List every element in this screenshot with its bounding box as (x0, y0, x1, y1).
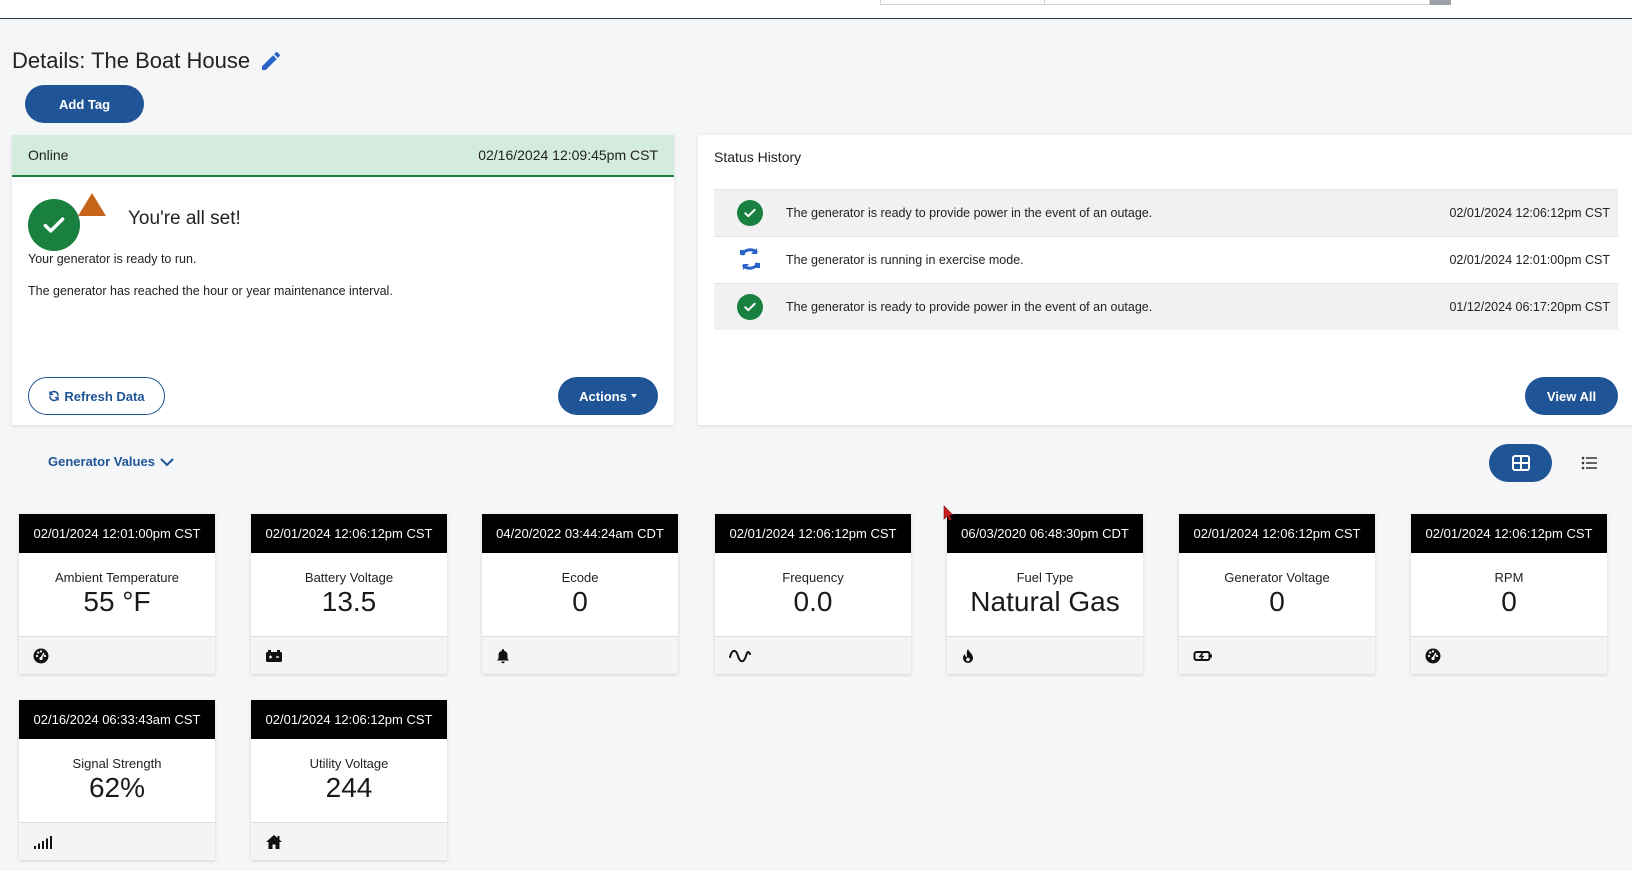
refresh-label: Refresh Data (64, 388, 145, 404)
status-body: You're all set! Your generator is ready … (12, 177, 674, 423)
tile-label: RPM (1494, 570, 1524, 585)
top-search-button[interactable] (1430, 0, 1451, 5)
tile-date: 06/03/2020 06:48:30pm CDT (947, 514, 1143, 553)
home-icon (265, 834, 283, 850)
tile-label: Signal Strength (72, 756, 162, 771)
status-card: Online 02/16/2024 12:09:45pm CST You're … (12, 135, 674, 425)
plug-icon (1193, 649, 1213, 663)
page-title: Details: The Boat House (12, 48, 251, 73)
history-row: The generator is ready to provide power … (714, 283, 1618, 330)
status-history-title: Status History (714, 149, 802, 165)
grid-icon (1511, 455, 1530, 471)
flame-icon (961, 648, 975, 664)
gauge-icon (1425, 648, 1441, 664)
warning-icon (78, 193, 106, 216)
tile-value: 13.5 (321, 586, 377, 617)
value-tile: 02/01/2024 12:06:12pm CST RPM 0 (1411, 514, 1607, 674)
status-message: The generator has reached the hour or ye… (28, 284, 393, 298)
list-view-button[interactable] (1573, 444, 1605, 482)
value-tile: 02/01/2024 12:06:12pm CST Battery Voltag… (251, 514, 447, 674)
title-row: Details: The Boat House (12, 48, 283, 74)
generator-values-label: Generator Values (48, 454, 155, 469)
tile-date: 02/01/2024 12:06:12pm CST (715, 514, 911, 553)
history-row: The generator is ready to provide power … (714, 189, 1618, 236)
refresh-icon (49, 390, 60, 402)
status-message: Your generator is ready to run. (28, 252, 197, 266)
tile-value: 0 (572, 586, 588, 617)
tile-label: Battery Voltage (304, 570, 394, 585)
generator-values-toggle[interactable]: Generator Values (48, 454, 175, 469)
check-circle-icon (737, 200, 763, 226)
history-text: The generator is ready to provide power … (786, 206, 1153, 220)
tile-date: 02/16/2024 06:33:43am CST (19, 700, 215, 739)
list-icon (1581, 456, 1597, 470)
caret-down-icon (630, 394, 637, 398)
refresh-data-button[interactable]: Refresh Data (28, 377, 165, 415)
value-tile: 02/01/2024 12:01:00pm CST Ambient Temper… (19, 514, 215, 674)
top-search-input[interactable] (1044, 0, 1430, 5)
battery-icon (265, 649, 283, 663)
value-tile: 02/01/2024 12:06:12pm CST Frequency 0.0 (715, 514, 911, 674)
value-tile: 06/03/2020 06:48:30pm CDT Fuel Type Natu… (947, 514, 1143, 674)
mouse-cursor-icon (943, 505, 954, 526)
actions-label: Actions (579, 388, 627, 404)
tile-label: Fuel Type (1016, 570, 1074, 585)
check-circle-icon (28, 199, 80, 251)
add-tag-button[interactable]: Add Tag (25, 85, 144, 123)
bell-icon (496, 648, 510, 664)
top-bar (0, 0, 1632, 19)
status-header: Online 02/16/2024 12:09:45pm CST (12, 135, 674, 177)
tile-value: 0.0 (793, 586, 833, 617)
view-all-button[interactable]: View All (1525, 377, 1618, 415)
tile-value: Natural Gas (970, 586, 1120, 617)
tile-value: 55 °F (83, 586, 151, 617)
value-tile: 02/01/2024 12:06:12pm CST Utility Voltag… (251, 700, 447, 860)
status-headline: You're all set! (128, 208, 241, 229)
history-date: 02/01/2024 12:01:00pm CST (1449, 253, 1610, 267)
tile-date: 02/01/2024 12:06:12pm CST (251, 514, 447, 553)
tile-label: Ecode (561, 570, 599, 585)
tile-label: Frequency (782, 570, 844, 585)
tile-date: 02/01/2024 12:06:12pm CST (251, 700, 447, 739)
grid-view-button[interactable] (1489, 444, 1552, 482)
sine-wave-icon (729, 648, 751, 664)
status-state: Online (28, 147, 69, 163)
tile-value: 62% (88, 772, 146, 803)
value-tile: 04/20/2022 03:44:24am CDT Ecode 0 (482, 514, 678, 674)
pencil-icon[interactable] (259, 49, 283, 73)
chevron-down-icon (160, 457, 174, 466)
tile-date: 02/01/2024 12:06:12pm CST (1411, 514, 1607, 553)
value-tile: 02/01/2024 12:06:12pm CST Generator Volt… (1179, 514, 1375, 674)
history-text: The generator is ready to provide power … (786, 300, 1153, 314)
check-circle-icon (737, 294, 763, 320)
tile-label: Generator Voltage (1224, 570, 1330, 585)
tile-value: 0 (1501, 586, 1517, 617)
exercise-cycle-icon (737, 246, 763, 275)
status-history-table: The generator is ready to provide power … (714, 189, 1618, 330)
gauge-icon (33, 648, 49, 664)
status-timestamp: 02/16/2024 12:09:45pm CST (478, 147, 658, 163)
history-text: The generator is running in exercise mod… (786, 253, 1024, 267)
history-date: 01/12/2024 06:17:20pm CST (1449, 300, 1610, 314)
signal-icon (33, 835, 53, 849)
status-history-card: Status History The generator is ready to… (698, 135, 1632, 425)
top-search-scope[interactable] (880, 0, 1045, 5)
tile-value: 244 (325, 772, 373, 803)
tile-date: 04/20/2022 03:44:24am CDT (482, 514, 678, 553)
tile-label: Ambient Temperature (54, 570, 180, 585)
tile-date: 02/01/2024 12:01:00pm CST (19, 514, 215, 553)
history-row: The generator is running in exercise mod… (714, 236, 1618, 283)
value-tile: 02/16/2024 06:33:43am CST Signal Strengt… (19, 700, 215, 860)
tile-value: 0 (1269, 586, 1285, 617)
tile-date: 02/01/2024 12:06:12pm CST (1179, 514, 1375, 553)
history-date: 02/01/2024 12:06:12pm CST (1449, 206, 1610, 220)
actions-button[interactable]: Actions (558, 377, 658, 415)
tile-label: Utility Voltage (309, 756, 389, 771)
